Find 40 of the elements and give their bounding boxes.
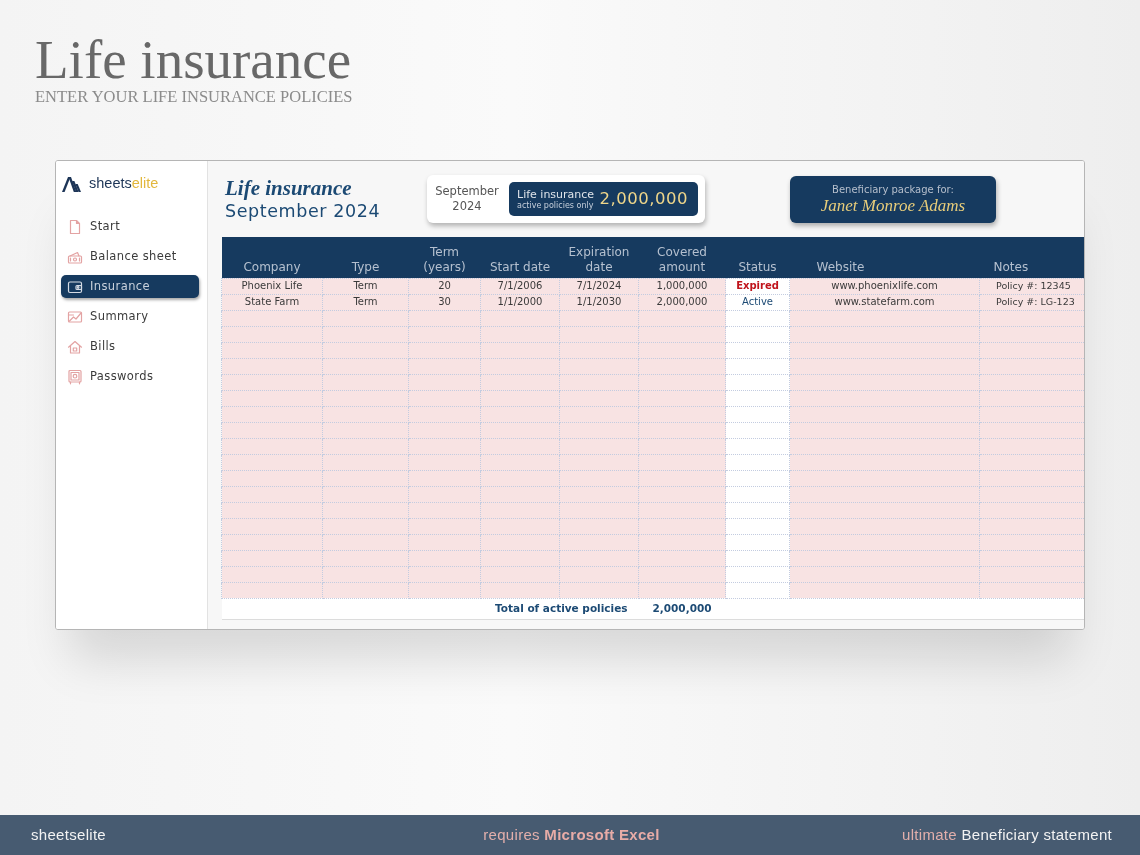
footer-brand: sheetselite: [31, 825, 106, 843]
column-header: Status: [725, 237, 790, 278]
column-header: Expiration date: [559, 237, 639, 278]
column-header: Type: [322, 237, 409, 278]
column-header: Covered amount: [638, 237, 726, 278]
sidebar-item[interactable]: Summary: [61, 305, 199, 328]
panel-amount: 2,000,000: [599, 187, 688, 210]
logo-icon: [62, 174, 84, 192]
logo-text: sheetselite: [89, 174, 159, 193]
beneficiary-name: Janet Monroe Adams: [820, 195, 966, 216]
chart-icon: [67, 308, 83, 325]
column-header: Website: [789, 237, 980, 278]
requirement-prefix: requires: [483, 825, 540, 843]
total-amount: 2,000,000: [652, 601, 712, 614]
page-subtitle: ENTER YOUR LIFE INSURANCE POLICIES: [35, 88, 354, 106]
panel-note: active policies only: [517, 200, 595, 211]
sidebar-item[interactable]: Bills: [61, 335, 199, 358]
panel-label: Life insurance: [517, 187, 595, 201]
status-cell: Expired: [725, 278, 790, 294]
house-icon: [67, 338, 83, 355]
column-header: Start date: [480, 237, 560, 278]
sidebar-item[interactable]: Start: [61, 215, 199, 238]
beneficiary-label: Beneficiary package for:: [832, 182, 954, 196]
sheet-title: Life insurance: [225, 176, 353, 200]
total-label: Total of active policies: [495, 601, 628, 614]
safe-icon: [67, 368, 83, 385]
edition-prefix: ultimate: [902, 825, 957, 843]
requirement-name: Microsoft Excel: [544, 825, 660, 843]
sheet-period: September 2024: [225, 200, 382, 222]
sidebar-item[interactable]: Balance sheet: [61, 245, 199, 268]
page-title: Life insurance: [35, 32, 353, 87]
column-header: Term (years): [408, 237, 481, 278]
column-header: Notes: [979, 237, 1084, 278]
sidebar-item[interactable]: Passwords: [61, 365, 199, 388]
edition-name: Beneficiary statement: [961, 825, 1112, 843]
document-icon: [67, 218, 83, 235]
column-header: Company: [221, 237, 323, 278]
sidebar-item[interactable]: Insurance: [61, 275, 199, 298]
wallet-icon: [67, 278, 83, 295]
date-label: September 2024: [434, 184, 500, 214]
